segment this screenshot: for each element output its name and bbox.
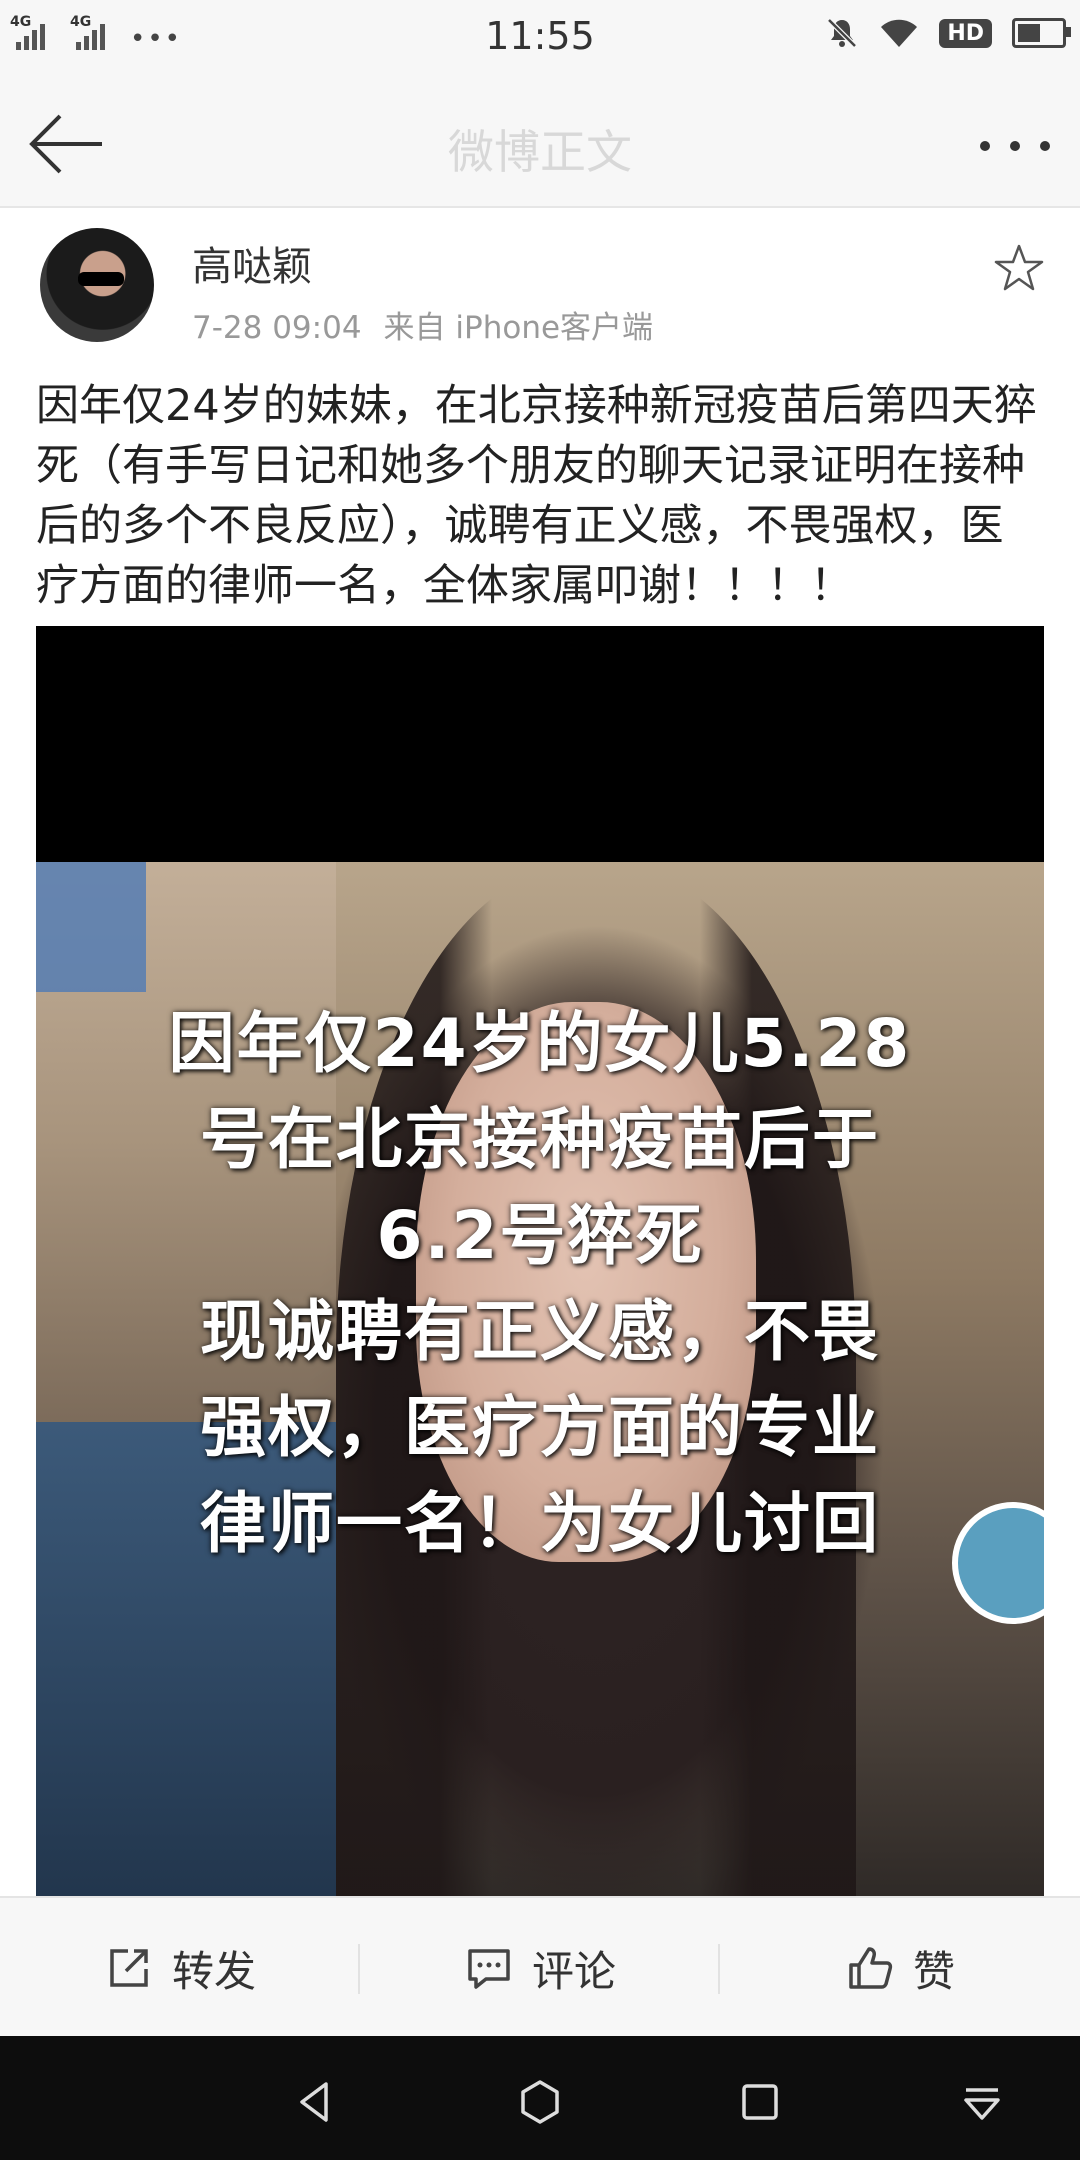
- nav-back-icon[interactable]: [286, 2072, 346, 2132]
- like-label: 赞: [912, 1946, 955, 1996]
- comment-button[interactable]: 评论: [360, 1898, 720, 2038]
- hd-badge: HD: [939, 18, 992, 48]
- nav-home-icon[interactable]: [510, 2072, 570, 2132]
- author-name[interactable]: 高哒颖: [192, 234, 312, 292]
- wifi-icon: [881, 19, 918, 47]
- battery-fill: [1018, 24, 1040, 42]
- caption-line: 因年仅24岁的女儿5.28: [168, 1005, 912, 1082]
- star-outline-icon[interactable]: [992, 242, 1046, 296]
- avatar[interactable]: [40, 228, 154, 342]
- post-time: 7-28 09:04: [192, 310, 362, 346]
- post-image[interactable]: 因年仅24岁的女儿5.28 号在北京接种疫苗后于 6.2号猝死 现诚聘有正义感，…: [36, 626, 1044, 1896]
- caption-line: 强权，医疗方面的专业: [200, 1389, 880, 1466]
- comment-icon: [468, 1949, 510, 1989]
- repost-button[interactable]: 转发: [0, 1898, 360, 2038]
- page-title: 微博正文: [448, 125, 632, 179]
- weibo-post: 高哒颖 7-28 09:04 来自 iPhone客户端 因年仅24岁的妹妹，在北京…: [0, 208, 1080, 1896]
- caption-line: 6.2号猝死: [376, 1197, 704, 1274]
- caption-line: 现诚聘有正义感，不畏: [200, 1293, 880, 1370]
- caption-line: 号在北京接种疫苗后于: [200, 1101, 880, 1178]
- post-meta: 7-28 09:04 来自 iPhone客户端: [192, 302, 653, 347]
- like-button[interactable]: 赞: [720, 1898, 1080, 2038]
- post-source: 来自 iPhone客户端: [383, 310, 654, 346]
- repost-label: 转发: [171, 1946, 256, 1996]
- nav-recents-icon[interactable]: [730, 2072, 790, 2132]
- action-bar: 转发 评论 赞: [0, 1896, 1080, 2038]
- comment-label: 评论: [531, 1946, 616, 1996]
- status-right: HD: [825, 16, 1071, 50]
- status-bar: 4G 4G ••• 11:55 HD: [0, 0, 1080, 76]
- post-text: 因年仅24岁的妹妹，在北京接种新冠疫苗后第四天猝死（有手写日记和她多个朋友的聊天…: [36, 381, 1037, 611]
- thumbs-up-icon: [849, 1947, 893, 1989]
- top-bar: 微博正文: [0, 76, 1080, 208]
- nav-menu-icon[interactable]: [952, 2072, 1012, 2132]
- system-nav-bar: [0, 2036, 1080, 2160]
- more-horizontal-icon[interactable]: [970, 116, 1060, 176]
- battery-icon: [1012, 18, 1071, 48]
- image-caption: 因年仅24岁的女儿5.28 号在北京接种疫苗后于 6.2号猝死 现诚聘有正义感，…: [36, 996, 1044, 1572]
- caption-line: 律师一名！为女儿讨回: [200, 1485, 880, 1562]
- mute-bell-icon: [827, 18, 858, 48]
- repost-icon: [110, 1949, 148, 1987]
